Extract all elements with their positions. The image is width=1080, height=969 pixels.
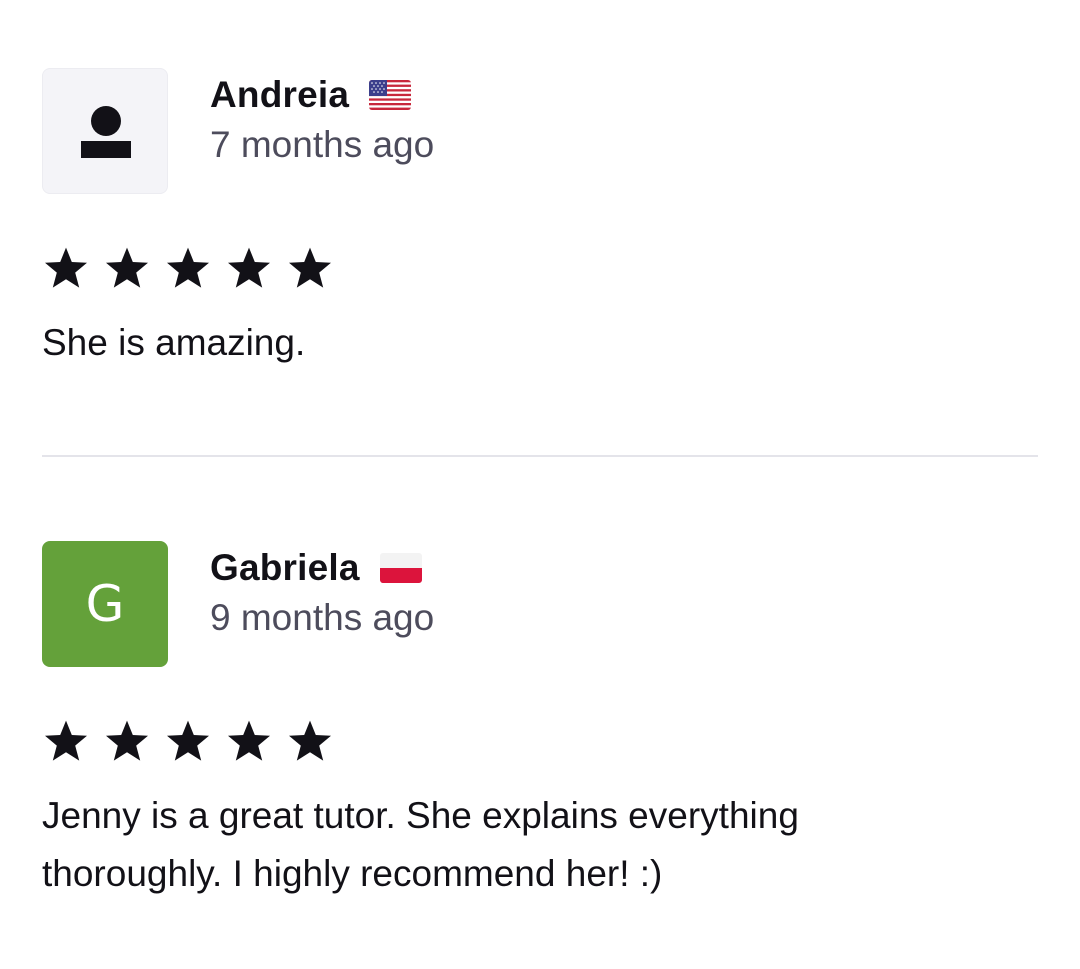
star-icon bbox=[103, 717, 151, 765]
star-icon bbox=[225, 244, 273, 292]
poland-flag-icon bbox=[379, 553, 422, 583]
review-text: She is amazing. bbox=[42, 322, 306, 363]
star-rating bbox=[42, 715, 1038, 767]
star-icon bbox=[286, 244, 334, 292]
avatar-initial: G bbox=[85, 575, 125, 633]
us-flag-icon bbox=[369, 80, 412, 110]
star-icon bbox=[225, 717, 273, 765]
user-silhouette-icon bbox=[91, 106, 121, 136]
star-icon bbox=[164, 244, 212, 292]
review-text: Jenny is a great tutor. She explains eve… bbox=[42, 795, 799, 894]
reviewer-meta: Andreia 7 months ago bbox=[210, 68, 434, 168]
star-icon bbox=[42, 717, 90, 765]
reviewer-name: Andreia bbox=[210, 74, 350, 115]
star-icon bbox=[103, 244, 151, 292]
star-icon bbox=[42, 244, 90, 292]
star-icon bbox=[286, 717, 334, 765]
review-header: G Gabriela 9 months ago bbox=[42, 541, 1038, 667]
review-header: Andreia 7 months ago bbox=[42, 68, 1038, 194]
review-date: 9 months ago bbox=[210, 597, 435, 638]
reviewer-name: Gabriela bbox=[210, 547, 360, 588]
star-icon bbox=[164, 717, 212, 765]
review-date: 7 months ago bbox=[210, 124, 435, 165]
star-rating bbox=[42, 242, 1038, 294]
review-card: G Gabriela 9 months ago Jenny is a great… bbox=[42, 541, 1038, 903]
avatar[interactable]: G bbox=[42, 541, 168, 667]
avatar[interactable] bbox=[42, 68, 168, 194]
divider bbox=[42, 455, 1038, 457]
reviewer-meta: Gabriela 9 months ago bbox=[210, 541, 434, 641]
review-card: Andreia 7 months ago She is amazing. bbox=[42, 68, 1038, 372]
